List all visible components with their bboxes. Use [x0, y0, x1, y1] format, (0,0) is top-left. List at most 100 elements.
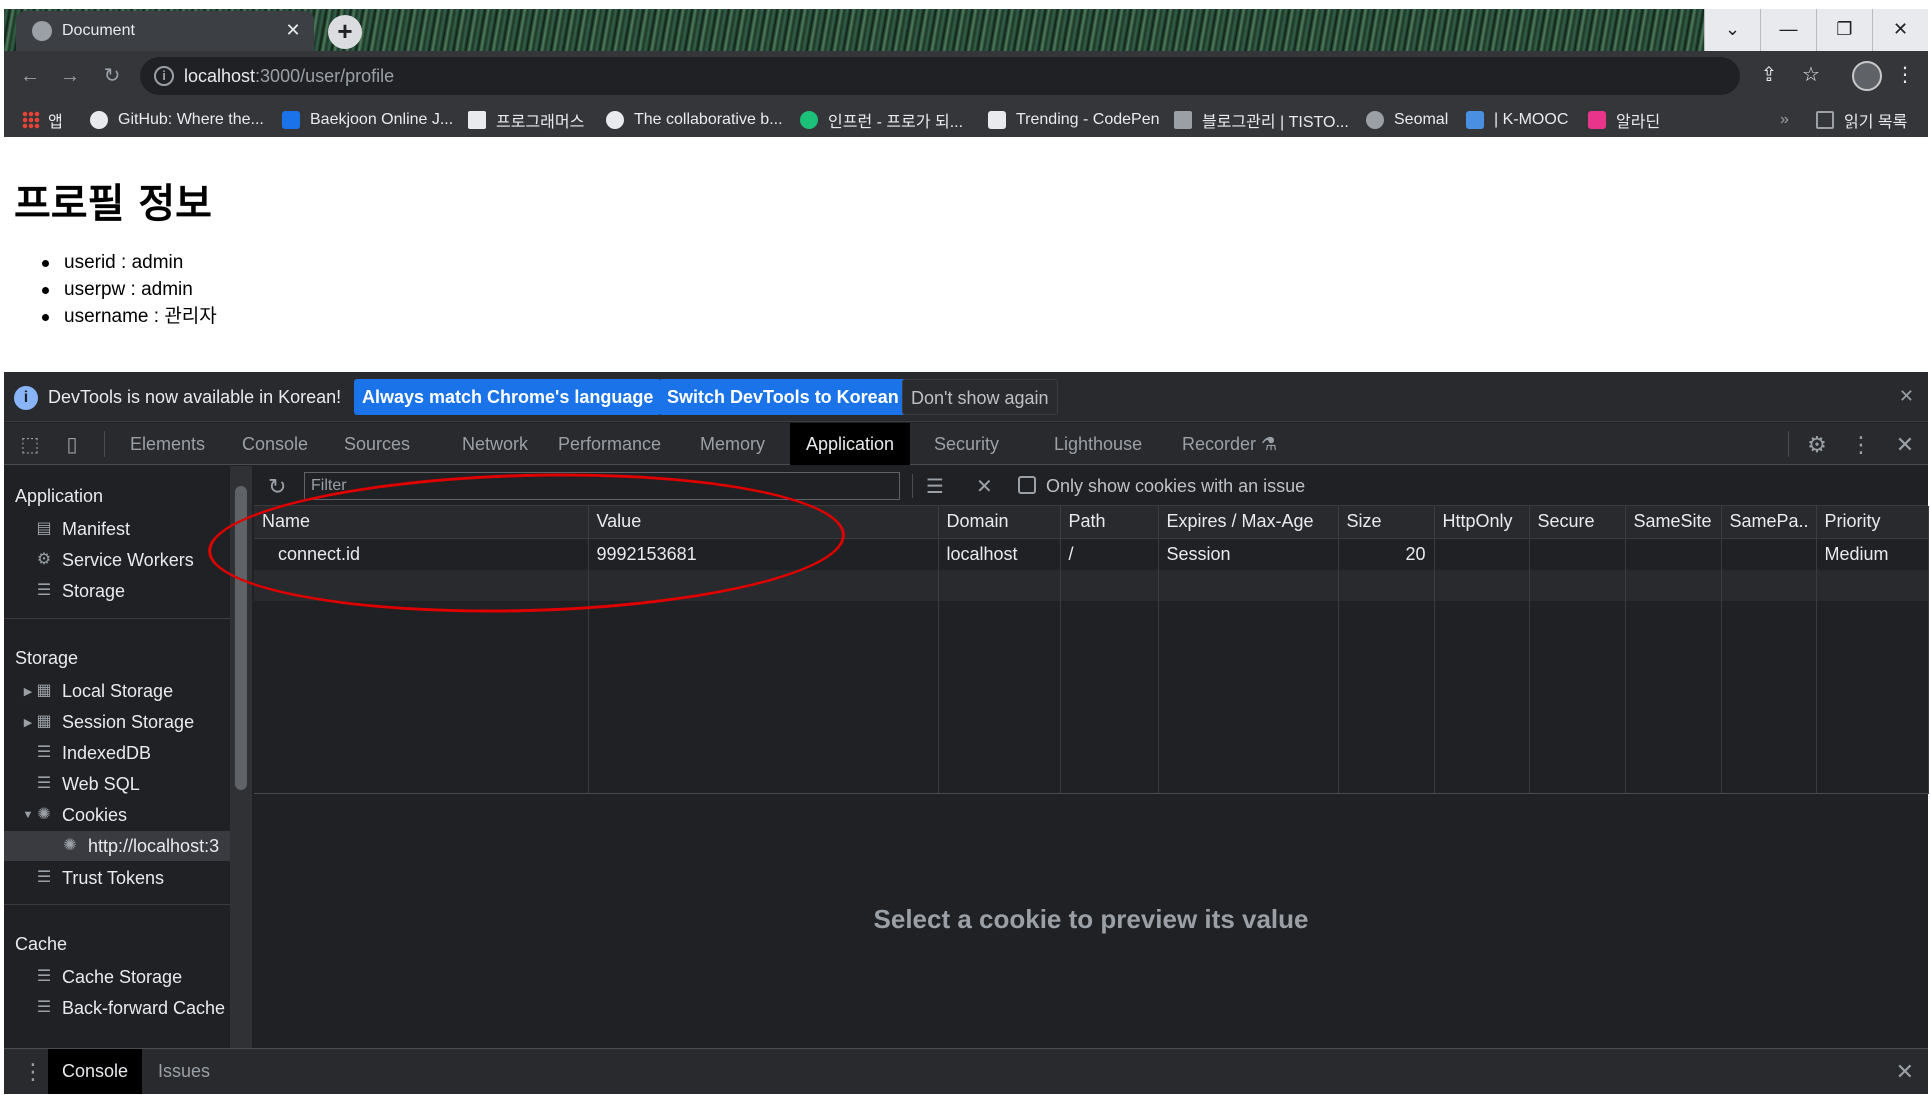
tab-elements[interactable]: Elements: [114, 423, 221, 465]
site-info-icon[interactable]: i: [154, 66, 174, 86]
tab-memory[interactable]: Memory: [684, 423, 781, 465]
empty-cell: [1158, 601, 1339, 794]
cell-expires[interactable]: Session: [1158, 538, 1339, 570]
table-row[interactable]: connect.id 9992153681 localhost / Sessio…: [254, 538, 1929, 570]
delete-selected-icon[interactable]: ✕: [976, 474, 993, 499]
sidebar-item-cookies[interactable]: ▼ ✺ Cookies: [4, 800, 230, 830]
sidebar-item-storage[interactable]: ☰ Storage: [4, 576, 230, 606]
tab-recorder[interactable]: Recorder ⚗: [1166, 423, 1293, 465]
bookmark-inflearn[interactable]: 인프런 - 프로가 되...: [800, 109, 963, 131]
programmers-icon: [468, 111, 486, 129]
bookmark-apps[interactable]: 앱: [22, 109, 63, 131]
tab-application[interactable]: Application: [790, 423, 911, 465]
dont-show-again-button[interactable]: Don't show again: [902, 379, 1058, 415]
sidebar-item-session-storage[interactable]: ▶ ▦ Session Storage: [4, 707, 230, 737]
tab-search-button[interactable]: ⌄: [1704, 9, 1760, 51]
sidebar-item-web-sql[interactable]: ☰ Web SQL: [4, 769, 230, 799]
device-toolbar-icon[interactable]: ▯: [60, 433, 84, 457]
column-header-sameparty[interactable]: SamePa..: [1721, 506, 1817, 539]
menu-icon[interactable]: ⋮: [1892, 62, 1918, 88]
tab-performance[interactable]: Performance: [542, 423, 677, 465]
cell-httponly[interactable]: [1434, 538, 1530, 570]
sidebar-vertical-scrollbar[interactable]: [230, 466, 252, 1048]
scrollbar-thumb[interactable]: [235, 486, 247, 790]
bookmark-programmers[interactable]: 프로그래머스: [468, 109, 584, 131]
back-icon[interactable]: ←: [18, 64, 42, 88]
bookmark-collaborative[interactable]: The collaborative b...: [606, 109, 783, 131]
profile-avatar[interactable]: [1852, 61, 1882, 91]
tab-lighthouse[interactable]: Lighthouse: [1038, 423, 1158, 465]
close-devtools-icon[interactable]: ✕: [1892, 432, 1918, 458]
sidebar-item-cookie-origin[interactable]: ✺ http://localhost:3: [4, 831, 230, 861]
infobar-close-icon[interactable]: ✕: [1899, 386, 1914, 407]
sidebar-item-service-workers[interactable]: ⚙ Service Workers: [4, 545, 230, 575]
only-issue-checkbox[interactable]: [1018, 476, 1036, 494]
reading-list-button[interactable]: 읽기 목록: [1816, 109, 1907, 131]
new-tab-button[interactable]: +: [328, 15, 362, 49]
tab-security[interactable]: Security: [918, 423, 1015, 465]
bookmark-kmooc[interactable]: | K-MOOC: [1466, 109, 1568, 131]
column-header-expires[interactable]: Expires / Max-Age: [1158, 506, 1339, 539]
bookmark-codepen[interactable]: Trending - CodePen: [988, 109, 1160, 131]
cell-priority[interactable]: Medium: [1816, 538, 1929, 570]
drawer-close-icon[interactable]: ✕: [1896, 1059, 1914, 1085]
refresh-icon[interactable]: ↻: [268, 474, 286, 500]
sidebar-item-back-forward-cache[interactable]: ☰ Back-forward Cache: [4, 993, 230, 1023]
bookmarks-overflow-button[interactable]: »: [1780, 109, 1789, 131]
drawer-menu-icon[interactable]: ⋮: [22, 1059, 44, 1085]
bookmark-aladin[interactable]: 알라딘: [1588, 109, 1660, 131]
column-header-name[interactable]: Name: [254, 506, 589, 539]
column-header-path[interactable]: Path: [1060, 506, 1159, 539]
bookmark-baekjoon[interactable]: Baekjoon Online J...: [282, 109, 453, 131]
cell-sameparty[interactable]: [1721, 538, 1817, 570]
close-window-button[interactable]: ✕: [1872, 9, 1928, 51]
column-header-size[interactable]: Size: [1338, 506, 1435, 539]
expand-arrow-icon[interactable]: ▶: [22, 716, 34, 729]
column-header-domain[interactable]: Domain: [938, 506, 1061, 539]
inspect-element-icon[interactable]: ⬚: [18, 433, 42, 457]
drawer-tab-issues[interactable]: Issues: [144, 1049, 224, 1094]
sidebar-item-indexeddb[interactable]: ☰ IndexedDB: [4, 738, 230, 768]
tab-close-icon[interactable]: ✕: [282, 19, 304, 41]
bookmark-github[interactable]: GitHub: Where the...: [90, 109, 264, 131]
drawer-tab-console[interactable]: Console: [48, 1049, 143, 1094]
tab-sources[interactable]: Sources: [328, 423, 426, 465]
address-bar[interactable]: i localhost:3000/user/profile: [140, 57, 1740, 95]
cell-size[interactable]: 20: [1338, 538, 1435, 570]
collapse-arrow-icon[interactable]: ▼: [22, 809, 34, 821]
reload-icon[interactable]: ↻: [100, 64, 124, 88]
sidebar-item-local-storage[interactable]: ▶ ▦ Local Storage: [4, 676, 230, 706]
minimize-button[interactable]: —: [1760, 9, 1816, 51]
sidebar-item-manifest[interactable]: ▤ Manifest: [4, 514, 230, 544]
sidebar-item-cache-storage[interactable]: ☰ Cache Storage: [4, 962, 230, 992]
always-match-language-button[interactable]: Always match Chrome's language: [354, 379, 662, 415]
sidebar-item-label: Cookies: [62, 804, 128, 825]
more-options-icon[interactable]: ⋮: [1848, 432, 1874, 458]
column-header-secure[interactable]: Secure: [1529, 506, 1626, 539]
switch-to-korean-button[interactable]: Switch DevTools to Korean: [659, 379, 907, 415]
settings-gear-icon[interactable]: ⚙: [1804, 432, 1830, 458]
filter-input[interactable]: Filter: [304, 472, 900, 500]
sidebar-item-trust-tokens[interactable]: ☰ Trust Tokens: [4, 863, 230, 893]
cell-value[interactable]: 9992153681: [588, 538, 939, 570]
cell-path[interactable]: /: [1060, 538, 1159, 570]
tab-network[interactable]: Network: [446, 423, 544, 465]
browser-tab[interactable]: Document ✕: [16, 11, 314, 51]
cell-domain[interactable]: localhost: [938, 538, 1061, 570]
share-icon[interactable]: ⇪: [1756, 62, 1782, 88]
cell-secure[interactable]: [1529, 538, 1626, 570]
cell-samesite[interactable]: [1625, 538, 1722, 570]
bookmark-tistory[interactable]: 블로그관리 | TISTO...: [1174, 109, 1349, 131]
column-header-priority[interactable]: Priority: [1816, 506, 1929, 539]
column-header-httponly[interactable]: HttpOnly: [1434, 506, 1530, 539]
clear-filtered-icon[interactable]: ☰: [926, 474, 944, 499]
maximize-button[interactable]: ❐: [1816, 9, 1872, 51]
forward-icon[interactable]: →: [58, 64, 82, 88]
column-header-value[interactable]: Value: [588, 506, 939, 539]
bookmark-star-icon[interactable]: ☆: [1798, 62, 1824, 88]
bookmark-seomal[interactable]: Seomal: [1366, 109, 1448, 131]
column-header-samesite[interactable]: SameSite: [1625, 506, 1722, 539]
expand-arrow-icon[interactable]: ▶: [22, 685, 34, 698]
tab-console[interactable]: Console: [226, 423, 324, 465]
cell-name[interactable]: connect.id: [254, 538, 589, 570]
